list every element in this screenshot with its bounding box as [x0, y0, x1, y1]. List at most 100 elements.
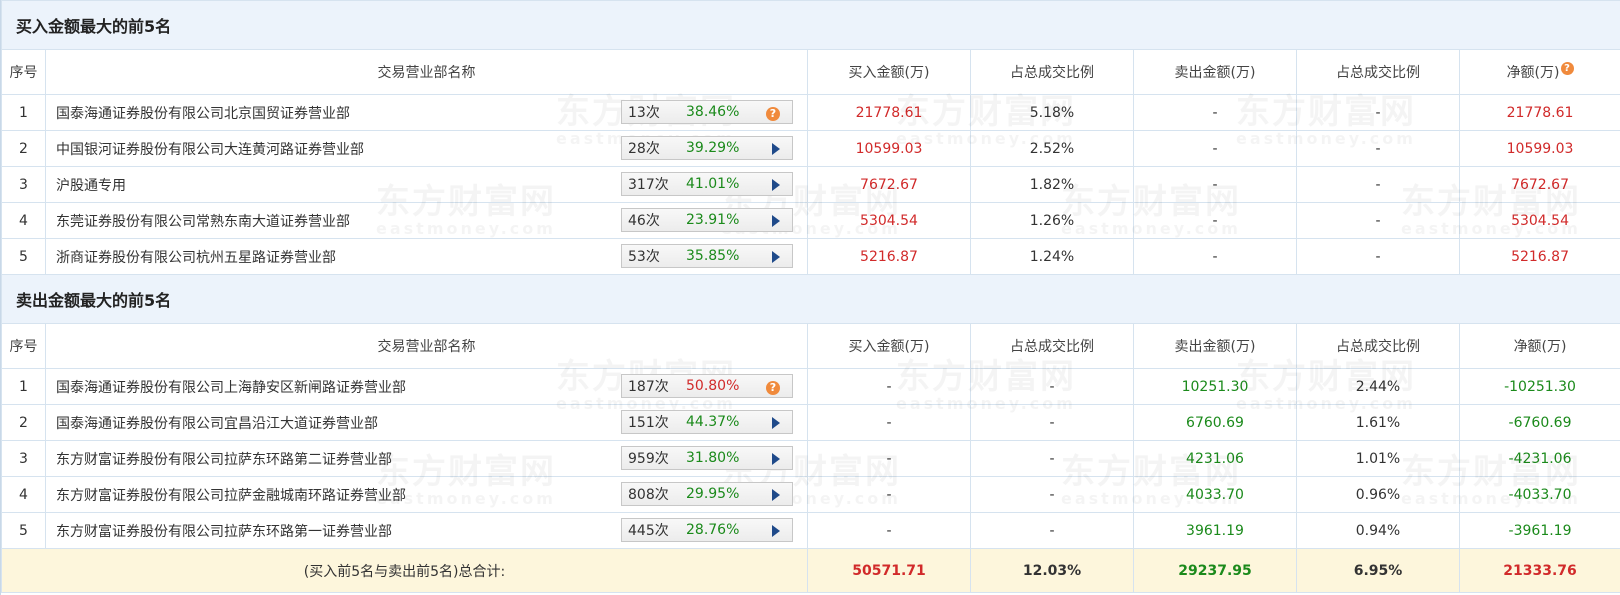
trader-name[interactable]: 国泰海通证券股份有限公司上海静安区新闸路证券营业部 — [56, 377, 406, 397]
row-no: 1 — [1, 94, 46, 131]
sell-ratio: - — [1296, 166, 1460, 203]
play-icon[interactable] — [772, 525, 780, 537]
trader-cell: 国泰海通证券股份有限公司宜昌沿江大道证券营业部 151次 44.37% — [45, 404, 808, 441]
col-header-sell-ratio: 占总成交比例 — [1296, 323, 1460, 369]
play-icon[interactable] — [772, 489, 780, 501]
trader-stat-button[interactable]: 445次 28.76% — [621, 518, 793, 542]
trader-stat-button[interactable]: 151次 44.37% — [621, 410, 793, 434]
play-icon[interactable] — [772, 179, 780, 191]
row-no: 2 — [1, 404, 46, 441]
table-row: 3 沪股通专用 317次 41.01% 7672.67 1.82% - -7672.67 — [1, 166, 1620, 203]
trader-cell: 东莞证券股份有限公司常熟东南大道证券营业部 46次 23.91% — [45, 202, 808, 239]
sell-header-row: 序号 交易营业部名称 买入金额(万) 占总成交比例 卖出金额(万) 占总成交比例… — [1, 323, 1620, 369]
table-row: 1 国泰海通证券股份有限公司上海静安区新闸路证券营业部 187次 50.80%? - -1… — [1, 368, 1620, 405]
trader-name[interactable]: 中国银河证券股份有限公司大连黄河路证券营业部 — [56, 139, 364, 159]
rise-probability: 29.95% — [686, 486, 740, 502]
net-amount: 5216.87 — [1458, 238, 1620, 275]
row-no: 4 — [1, 476, 46, 513]
rise-probability: 41.01% — [686, 176, 740, 192]
sell-amount: - — [1133, 130, 1297, 167]
play-icon[interactable] — [772, 251, 780, 263]
trader-cell: 东方财富证券股份有限公司拉萨东环路第二证券营业部 959次 31.80% — [45, 440, 808, 477]
sell-amount: 6760.69 — [1133, 404, 1297, 441]
trader-name[interactable]: 浙商证券股份有限公司杭州五星路证券营业部 — [56, 247, 336, 267]
trader-name[interactable]: 东方财富证券股份有限公司拉萨东环路第二证券营业部 — [56, 449, 392, 469]
sell-amount: 10251.30 — [1133, 368, 1297, 405]
trader-name[interactable]: 国泰海通证券股份有限公司北京国贸证券营业部 — [56, 103, 350, 123]
sell-ratio: 1.01% — [1296, 440, 1460, 477]
trader-stat-button[interactable]: 28次 39.29% — [621, 136, 793, 160]
play-icon[interactable] — [772, 417, 780, 429]
col-header-no: 序号 — [1, 323, 46, 369]
play-icon[interactable] — [772, 143, 780, 155]
row-no: 5 — [1, 238, 46, 275]
col-header-net: 净额(万) — [1458, 323, 1620, 369]
col-header-name: 交易营业部名称 — [45, 323, 808, 369]
net-amount: -10251.30 — [1458, 368, 1620, 405]
trader-name[interactable]: 东方财富证券股份有限公司拉萨金融城南环路证券营业部 — [56, 485, 406, 505]
trader-stat-button[interactable]: 959次 31.80% — [621, 446, 793, 470]
buy-amount: - — [807, 476, 971, 513]
net-amount: -6760.69 — [1458, 404, 1620, 441]
top-traders-table: 买入金额最大的前5名 序号 交易营业部名称 买入金额(万) 占总成交比例 卖出金… — [0, 0, 1620, 593]
col-header-sell: 卖出金额(万) — [1133, 323, 1297, 369]
trader-stat-button[interactable]: 317次 41.01% — [621, 172, 793, 196]
appearance-count: 151次 — [628, 415, 669, 431]
trader-name[interactable]: 东方财富证券股份有限公司拉萨东环路第一证券营业部 — [56, 521, 392, 541]
rise-probability: 28.76% — [686, 522, 740, 538]
sell-ratio: - — [1296, 202, 1460, 239]
trader-stat-button[interactable]: 808次 29.95% — [621, 482, 793, 506]
row-no: 5 — [1, 512, 46, 549]
total-section: (买入前5名与卖出前5名)总合计: 50571.71 12.03% 29237.… — [1, 548, 1620, 593]
buy-amount: 10599.03 — [807, 130, 971, 167]
trader-cell: 东方财富证券股份有限公司拉萨东环路第一证券营业部 445次 28.76% — [45, 512, 808, 549]
table-row: 5 东方财富证券股份有限公司拉萨东环路第一证券营业部 445次 28.76% - -396… — [1, 512, 1620, 549]
buy-section-title: 买入金额最大的前5名 — [0, 0, 1620, 50]
buy-amount: 5304.54 — [807, 202, 971, 239]
table-row: 5 浙商证券股份有限公司杭州五星路证券营业部 53次 35.85% 5216.87 1.2… — [1, 238, 1620, 275]
trader-name[interactable]: 东莞证券股份有限公司常熟东南大道证券营业部 — [56, 211, 350, 231]
play-icon[interactable] — [772, 215, 780, 227]
rise-probability: 23.91% — [686, 212, 740, 228]
buy-ratio: - — [970, 512, 1134, 549]
sell-ratio: 0.94% — [1296, 512, 1460, 549]
appearance-count: 959次 — [628, 451, 669, 467]
buy-amount: - — [807, 368, 971, 405]
table-row: 3 东方财富证券股份有限公司拉萨东环路第二证券营业部 959次 31.80% - -423… — [1, 440, 1620, 477]
col-header-sell-ratio: 占总成交比例 — [1296, 49, 1460, 95]
buy-header-row: 序号 交易营业部名称 买入金额(万) 占总成交比例 卖出金额(万) 占总成交比例… — [1, 49, 1620, 95]
col-header-buy-ratio: 占总成交比例 — [970, 323, 1134, 369]
total-buy: 50571.71 — [807, 548, 971, 593]
buy-ratio: 5.18% — [970, 94, 1134, 131]
trader-stat-button[interactable]: 13次 38.46%? — [621, 100, 793, 124]
net-amount: -4231.06 — [1458, 440, 1620, 477]
total-sell-ratio: 6.95% — [1296, 548, 1460, 593]
rise-probability: 31.80% — [686, 450, 740, 466]
col-header-sell: 卖出金额(万) — [1133, 49, 1297, 95]
rise-probability: 44.37% — [686, 414, 740, 430]
col-header-no: 序号 — [1, 49, 46, 95]
trader-name[interactable]: 国泰海通证券股份有限公司宜昌沿江大道证券营业部 — [56, 413, 378, 433]
buy-ratio: 1.82% — [970, 166, 1134, 203]
sell-amount: 4033.70 — [1133, 476, 1297, 513]
appearance-count: 53次 — [628, 249, 660, 265]
appearance-count: 46次 — [628, 213, 660, 229]
trader-stat-button[interactable]: 53次 35.85% — [621, 244, 793, 268]
rise-probability: 39.29% — [686, 140, 740, 156]
question-icon[interactable]: ? — [766, 107, 780, 121]
buy-section: 买入金额最大的前5名 序号 交易营业部名称 买入金额(万) 占总成交比例 卖出金… — [0, 0, 1620, 275]
play-icon[interactable] — [772, 453, 780, 465]
trader-stat-button[interactable]: 187次 50.80%? — [621, 374, 793, 398]
question-icon[interactable]: ? — [766, 381, 780, 395]
table-row: 4 东莞证券股份有限公司常熟东南大道证券营业部 46次 23.91% 5304.54 1.… — [1, 202, 1620, 239]
sell-amount: - — [1133, 166, 1297, 203]
trader-name[interactable]: 沪股通专用 — [56, 175, 126, 195]
sell-amount: 4231.06 — [1133, 440, 1297, 477]
col-header-buy-ratio: 占总成交比例 — [970, 49, 1134, 95]
trader-cell: 中国银河证券股份有限公司大连黄河路证券营业部 28次 39.29% — [45, 130, 808, 167]
help-icon[interactable]: ? — [1560, 62, 1574, 75]
sell-section: 卖出金额最大的前5名 序号 交易营业部名称 买入金额(万) 占总成交比例 卖出金… — [0, 274, 1620, 549]
total-net: 21333.76 — [1458, 548, 1620, 593]
trader-stat-button[interactable]: 46次 23.91% — [621, 208, 793, 232]
trader-cell: 东方财富证券股份有限公司拉萨金融城南环路证券营业部 808次 29.95% — [45, 476, 808, 513]
